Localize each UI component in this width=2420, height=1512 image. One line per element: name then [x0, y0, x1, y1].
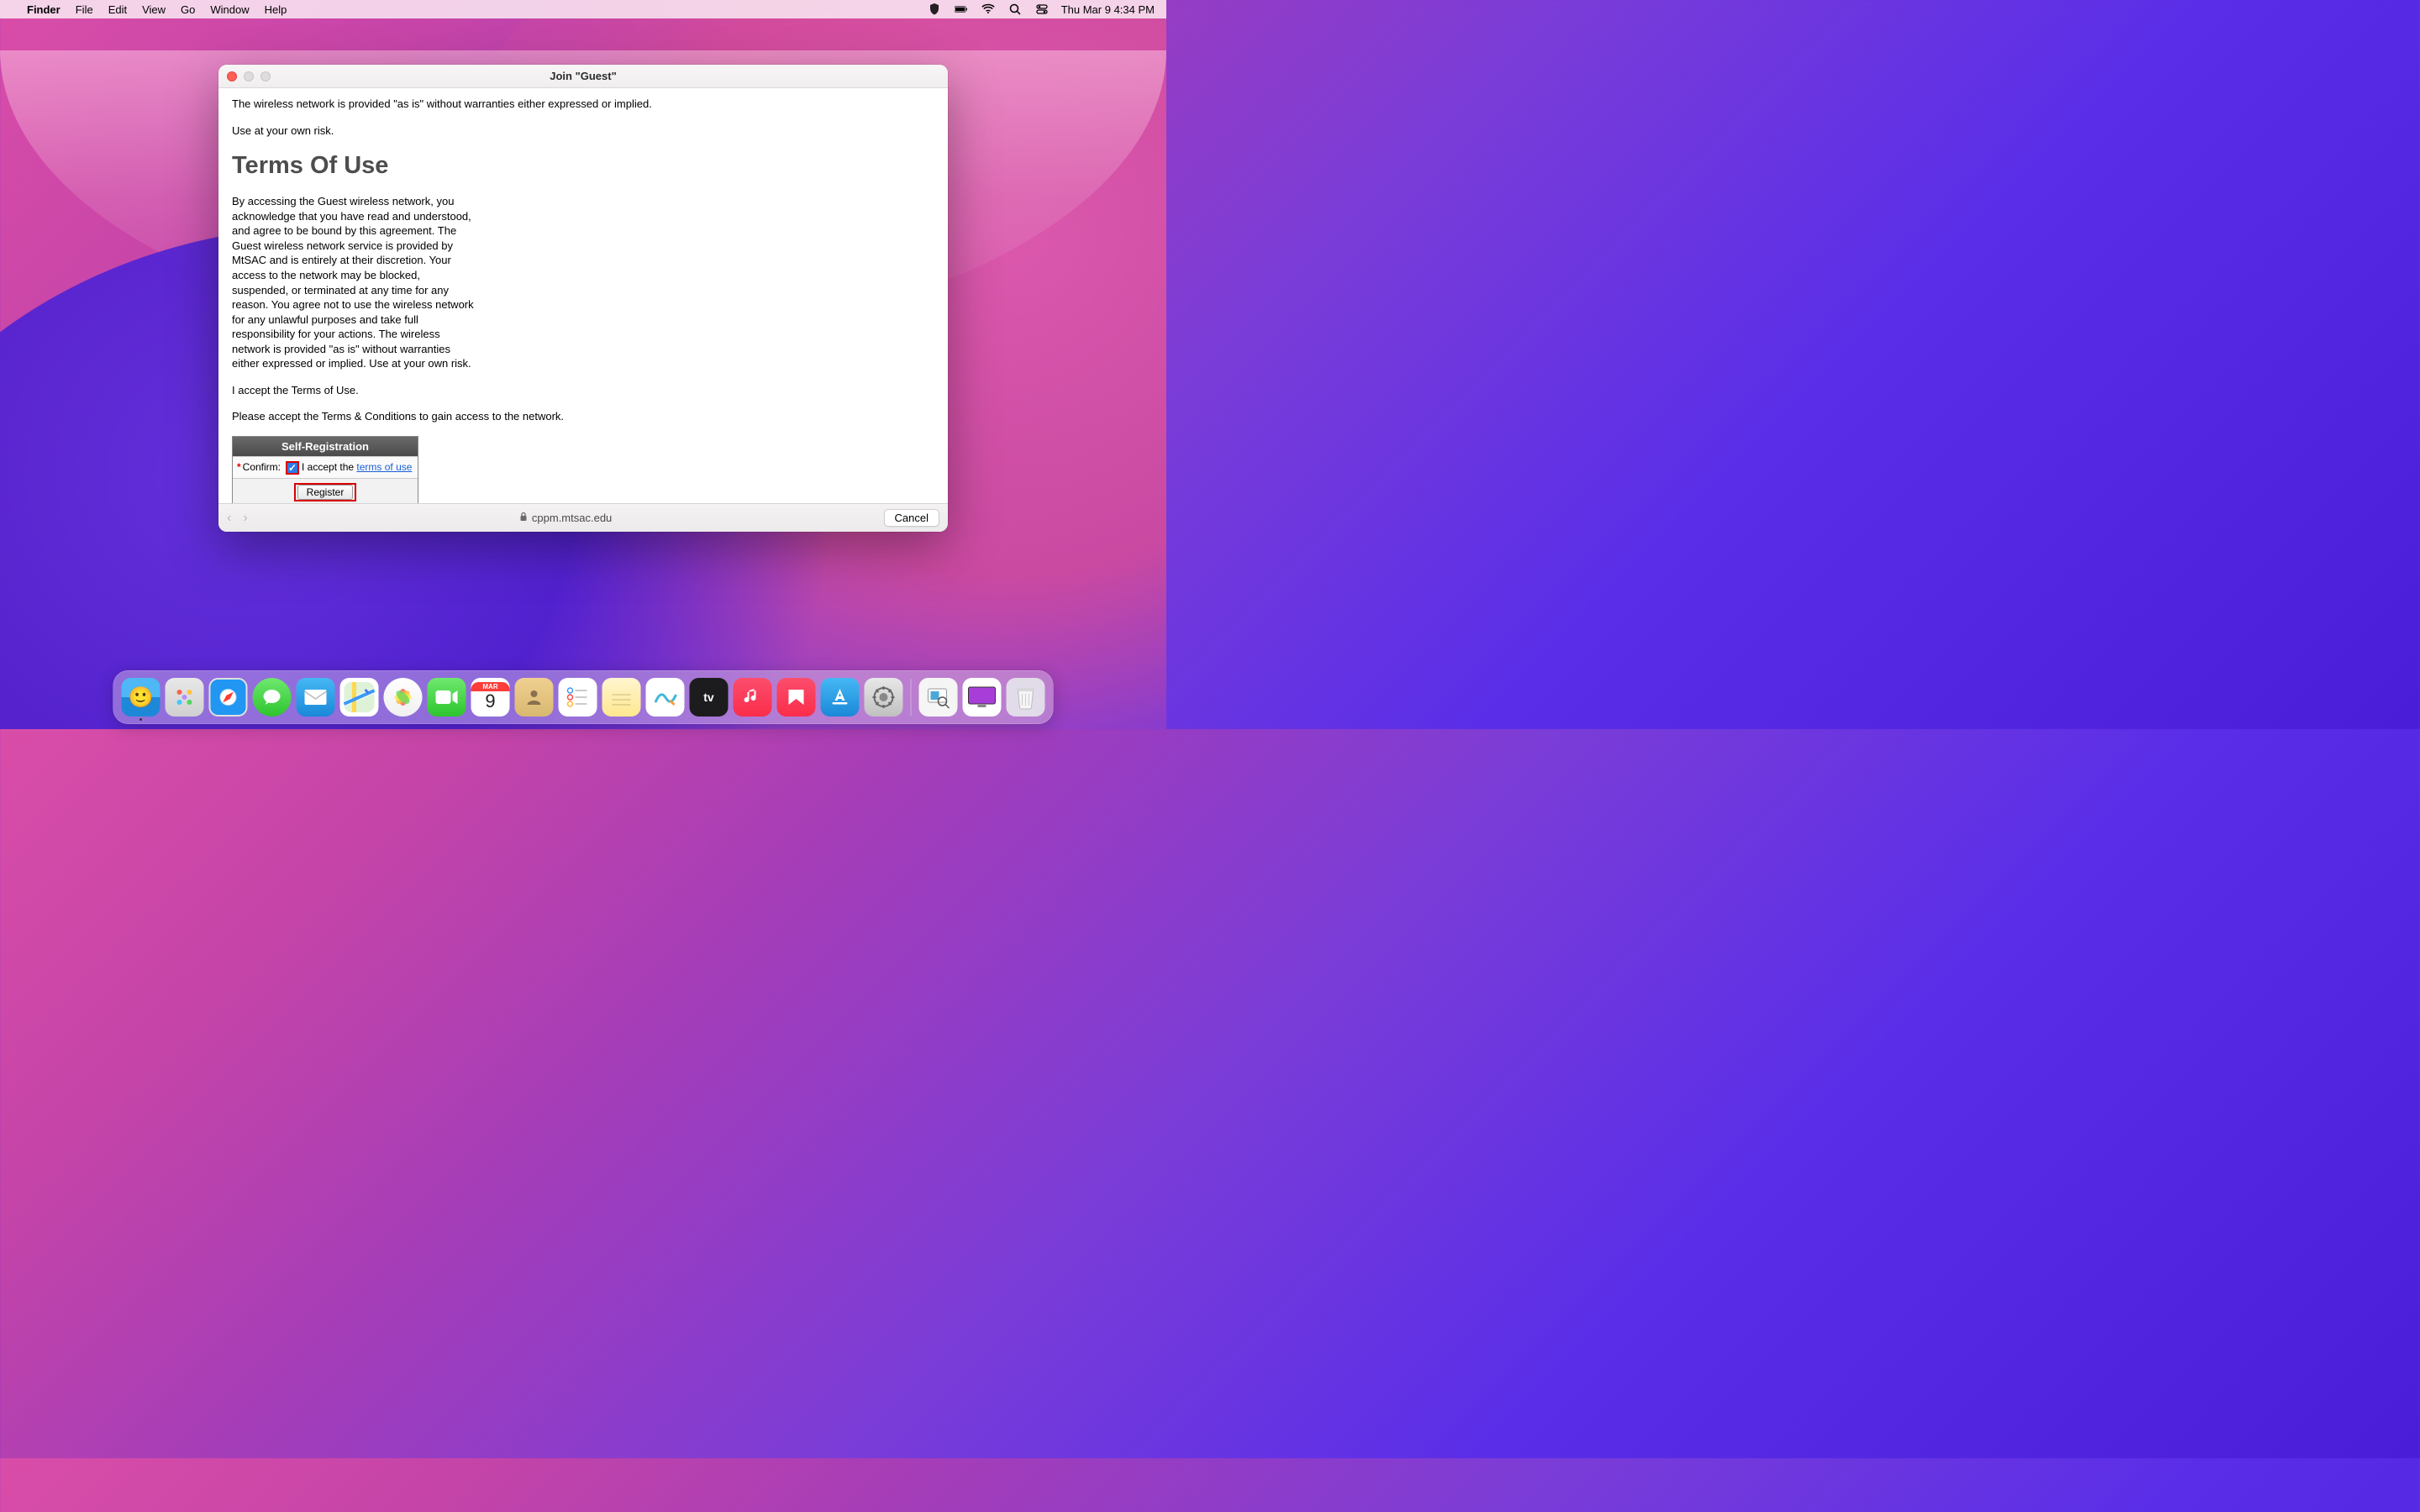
- dock-settings-icon[interactable]: [865, 678, 903, 717]
- dock-photos-icon[interactable]: [384, 678, 423, 717]
- menu-view[interactable]: View: [142, 3, 166, 16]
- menu-bar: Finder File Edit View Go Window Help Thu…: [0, 0, 1166, 18]
- terms-body: By accessing the Guest wireless network,…: [232, 194, 476, 371]
- calendar-day-label: 9: [471, 691, 510, 711]
- address-text: cppm.mtsac.edu: [532, 512, 612, 524]
- address-display: cppm.mtsac.edu: [255, 512, 877, 524]
- register-highlight: Register: [294, 483, 357, 501]
- dock-freeform-icon[interactable]: [646, 678, 685, 717]
- accept-checkbox[interactable]: [286, 461, 299, 475]
- accept-line: I accept the Terms of Use.: [232, 383, 934, 398]
- battery-icon[interactable]: [954, 2, 969, 17]
- self-registration-table: Self-Registration * Confirm: I accept th…: [232, 436, 418, 503]
- dock-calendar-icon[interactable]: MAR 9: [471, 678, 510, 717]
- dock-launchpad-icon[interactable]: [166, 678, 204, 717]
- dock-news-icon[interactable]: [777, 678, 816, 717]
- spotlight-icon[interactable]: [1007, 2, 1023, 17]
- accept-prefix: I accept the: [302, 461, 356, 473]
- terms-of-use-link[interactable]: terms of use: [356, 461, 412, 473]
- register-row: Register: [233, 478, 418, 503]
- vpn-icon[interactable]: [927, 2, 942, 17]
- confirm-label: Confirm:: [243, 460, 281, 474]
- menu-edit[interactable]: Edit: [108, 3, 127, 16]
- dock-reminders-icon[interactable]: [559, 678, 597, 717]
- dock-preview-icon[interactable]: [919, 678, 958, 717]
- confirm-row: * Confirm: I accept the terms of use: [233, 456, 418, 477]
- required-star-icon: *: [237, 460, 241, 474]
- dock-music-icon[interactable]: [734, 678, 772, 717]
- wifi-icon[interactable]: [981, 2, 996, 17]
- accept-text: I accept the terms of use: [302, 460, 412, 474]
- register-button[interactable]: Register: [297, 485, 354, 500]
- dock-separator: [911, 679, 912, 716]
- dock-trash-icon[interactable]: [1007, 678, 1045, 717]
- window-titlebar[interactable]: Join "Guest": [218, 65, 948, 88]
- dock-messages-icon[interactable]: [253, 678, 292, 717]
- dock: 🙂 MAR 9 tv: [113, 670, 1054, 724]
- dock-facetime-icon[interactable]: [428, 678, 466, 717]
- nav-forward-icon: ›: [243, 511, 247, 526]
- intro-para-2: Use at your own risk.: [232, 123, 934, 139]
- captive-portal-window: Join "Guest" The wireless network is pro…: [218, 65, 948, 532]
- dock-appstore-icon[interactable]: [821, 678, 860, 717]
- registration-header: Self-Registration: [233, 437, 418, 457]
- dock-safari-icon[interactable]: [209, 678, 248, 717]
- menu-help[interactable]: Help: [265, 3, 287, 16]
- menu-file[interactable]: File: [76, 3, 93, 16]
- dock-contacts-icon[interactable]: [515, 678, 554, 717]
- dock-maps-icon[interactable]: [340, 678, 379, 717]
- cancel-button[interactable]: Cancel: [884, 509, 939, 527]
- window-bottombar: ‹ › cppm.mtsac.edu Cancel: [218, 503, 948, 532]
- menu-window[interactable]: Window: [210, 3, 249, 16]
- dock-notes-icon[interactable]: [602, 678, 641, 717]
- nav-back-icon: ‹: [227, 511, 231, 526]
- dock-tv-icon[interactable]: tv: [690, 678, 729, 717]
- please-accept-line: Please accept the Terms & Conditions to …: [232, 409, 934, 424]
- datetime[interactable]: Thu Mar 9 4:34 PM: [1061, 3, 1155, 16]
- app-menu[interactable]: Finder: [27, 3, 60, 16]
- control-center-icon[interactable]: [1034, 2, 1050, 17]
- dock-finder-icon[interactable]: 🙂: [122, 678, 160, 717]
- window-title: Join "Guest": [218, 70, 948, 82]
- lock-icon: [519, 512, 528, 524]
- terms-heading: Terms Of Use: [232, 150, 934, 182]
- intro-para-1: The wireless network is provided "as is"…: [232, 97, 934, 112]
- window-content: The wireless network is provided "as is"…: [218, 88, 948, 503]
- menu-go[interactable]: Go: [181, 3, 195, 16]
- dock-mail-icon[interactable]: [297, 678, 335, 717]
- dock-screenshot-icon[interactable]: [963, 678, 1002, 717]
